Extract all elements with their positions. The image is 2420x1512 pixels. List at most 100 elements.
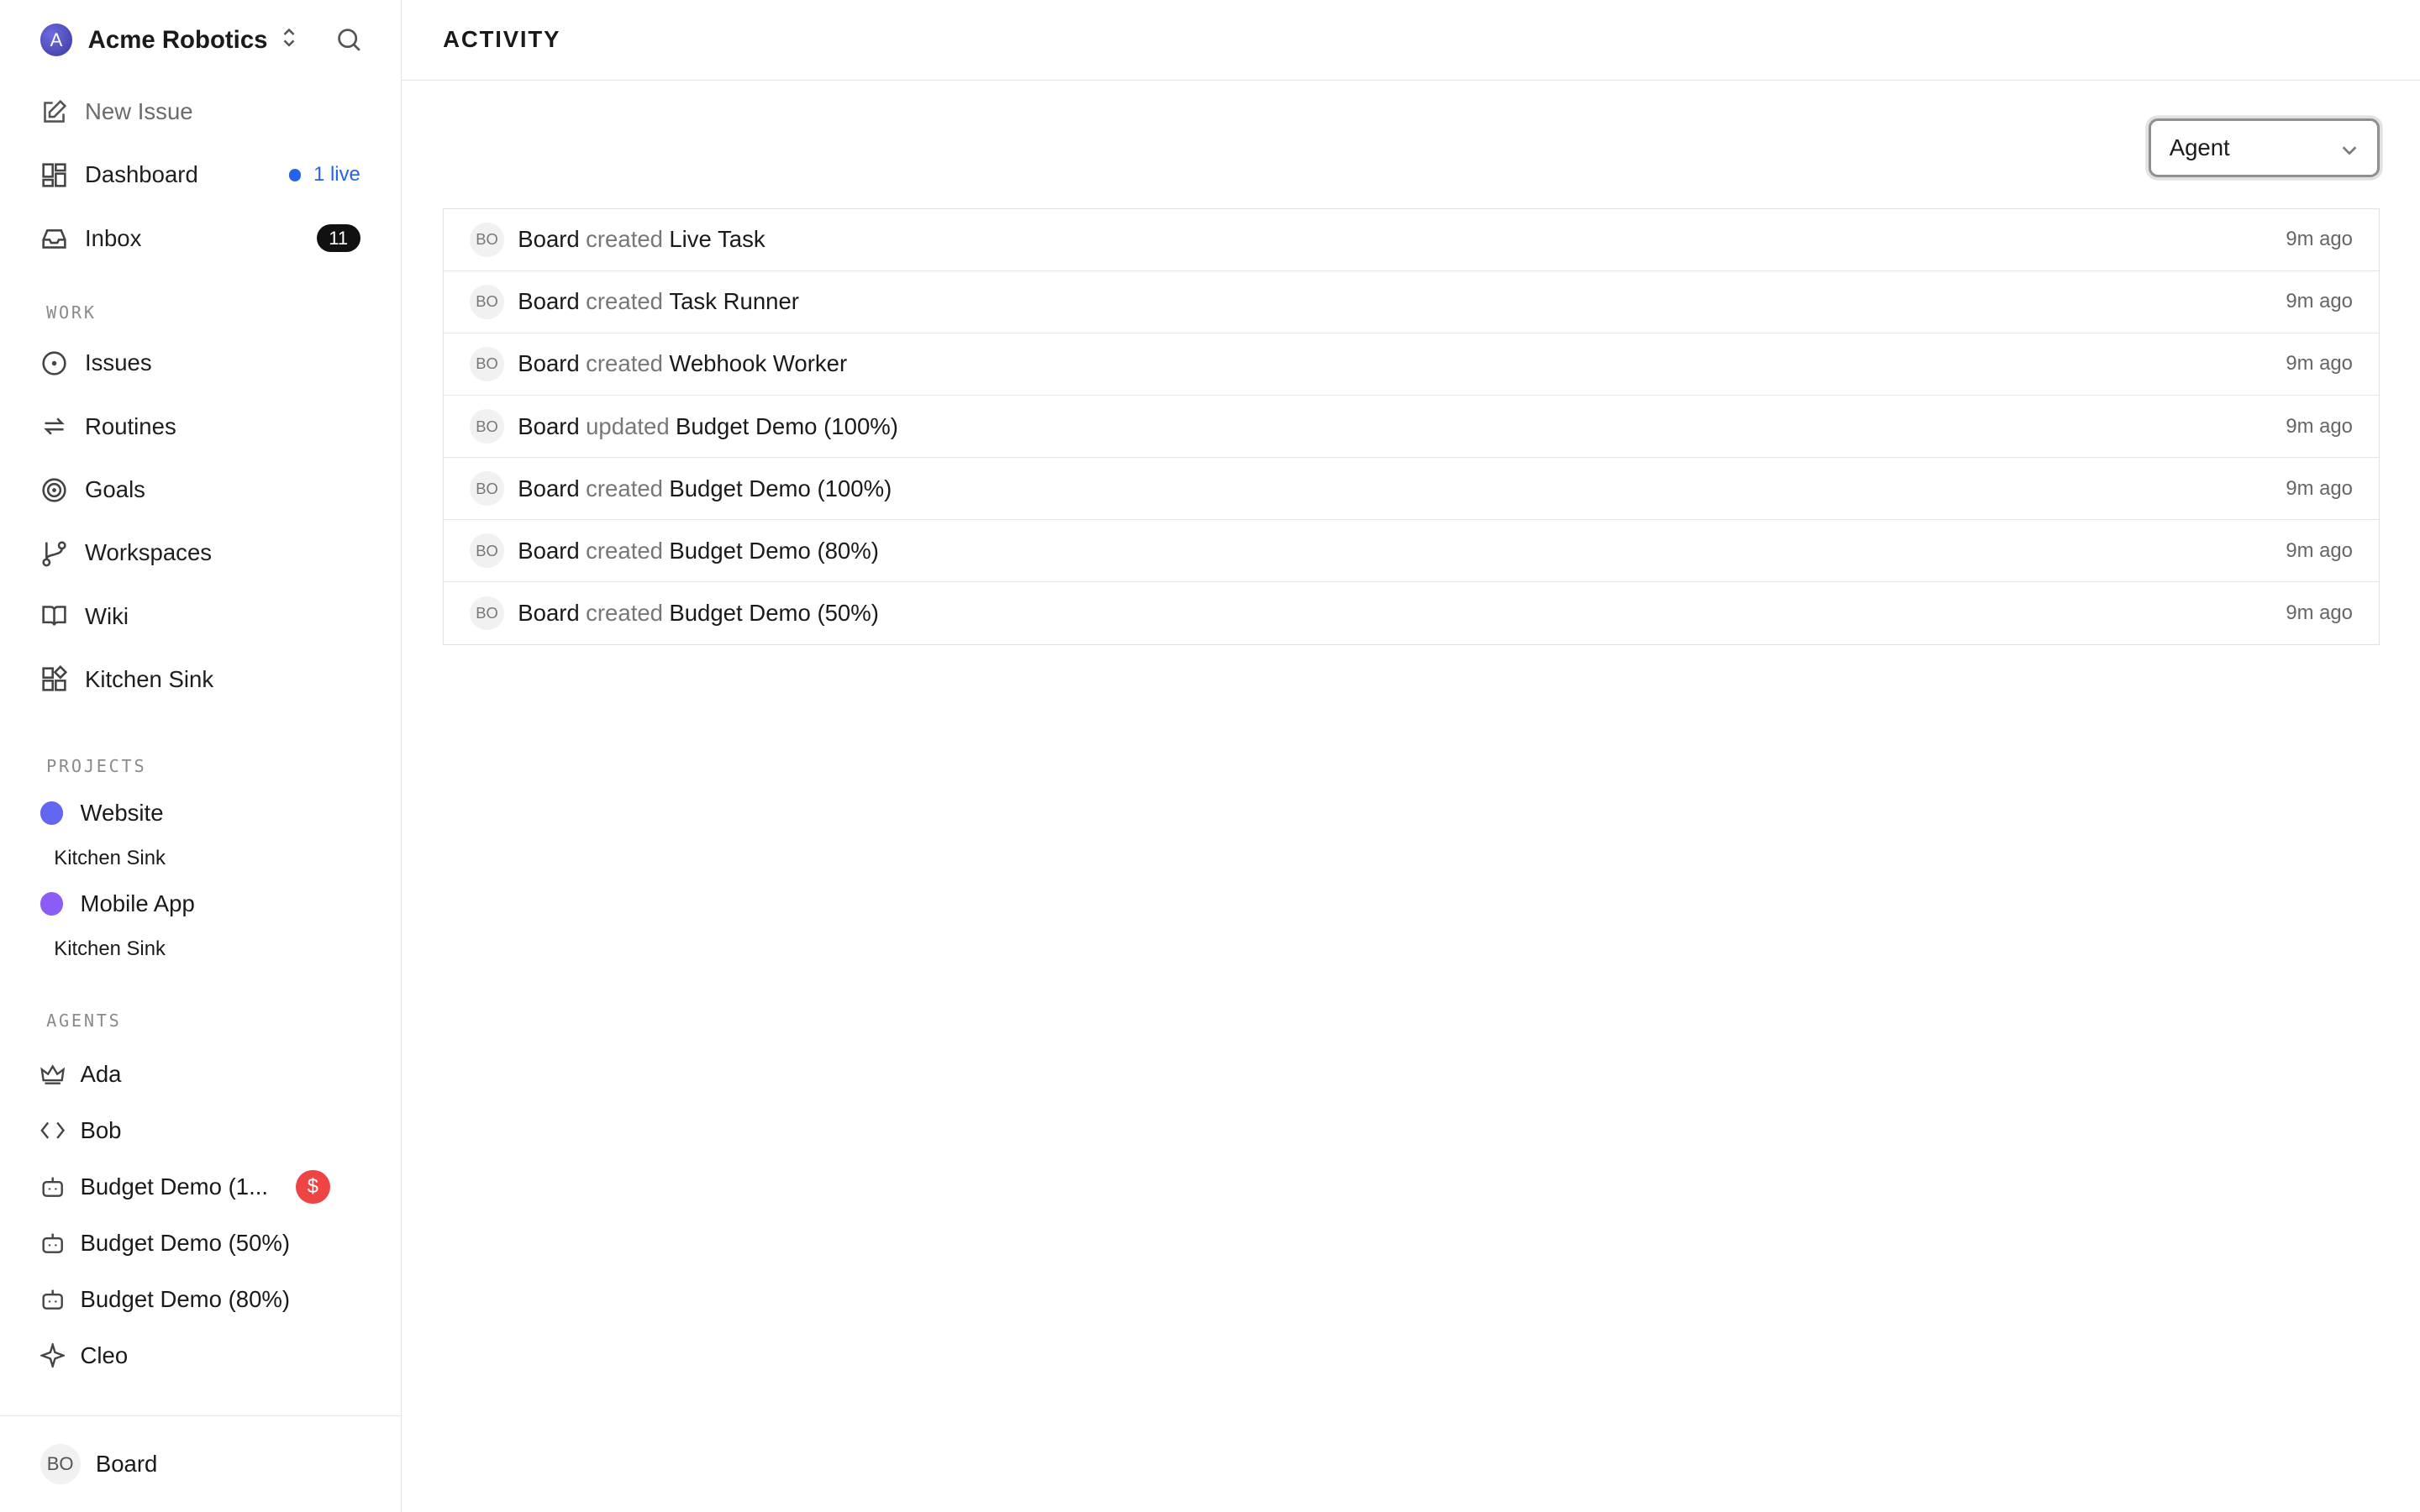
activity-target[interactable]: Budget Demo (80%) [669, 538, 879, 564]
agent-cleo[interactable]: Cleo [0, 1327, 401, 1383]
activity-row[interactable]: BO Board created Live Task 9m ago [444, 209, 2380, 271]
bot-icon [40, 1287, 65, 1311]
section-label-work: WORK [46, 302, 97, 323]
avatar: BO [470, 285, 504, 319]
project-name: Mobile App [80, 890, 195, 917]
agent-bob[interactable]: Bob [0, 1102, 401, 1158]
agent-name: Budget Demo (1... [80, 1173, 269, 1200]
page-title: ACTIVITY [443, 26, 561, 53]
work-list: Issues Routines Goals Workspaces Wiki Ki… [0, 332, 401, 711]
activity-verb: created [586, 288, 663, 315]
activity-row[interactable]: BO Board created Budget Demo (80%) 9m ag… [444, 520, 2380, 583]
activity-time: 9m ago [2286, 228, 2353, 251]
code-icon [40, 1118, 65, 1142]
activity-verb: created [586, 350, 663, 377]
app-root: A Acme Robotics New Issue Dashboard 1 li… [0, 0, 2420, 1512]
activity-list: BO Board created Live Task 9m ago BO Boa… [443, 207, 2381, 646]
sidebar-item-kitchen-sink[interactable]: Kitchen Sink [0, 648, 401, 711]
main-content: ACTIVITY Agent BO Board created Live Tas… [401, 0, 2420, 1512]
section-label-agents: AGENTS [46, 1010, 122, 1031]
avatar: BO [470, 223, 504, 257]
agent-name: Ada [80, 1060, 122, 1087]
budget-warning-badge: $ [296, 1169, 330, 1204]
org-name[interactable]: Acme Robotics [88, 26, 268, 55]
activity-verb: updated [586, 412, 670, 439]
project-color-dot [39, 801, 64, 825]
agent-name: Budget Demo (80%) [80, 1285, 291, 1312]
activity-actor: Board [518, 288, 580, 315]
inbox-label: Inbox [85, 224, 142, 251]
sidebar-item-label: Issues [85, 349, 152, 376]
agent-name: Cleo [80, 1341, 129, 1368]
search-icon[interactable] [335, 26, 363, 54]
activity-verb: created [586, 600, 663, 627]
activity-actor: Board [518, 600, 580, 627]
activity-time: 9m ago [2286, 352, 2353, 375]
sidebar-item-label: Routines [85, 412, 176, 439]
filter-value: Agent [2169, 134, 2230, 161]
activity-time: 9m ago [2286, 290, 2353, 313]
org-avatar[interactable]: A [39, 24, 73, 57]
git-branch-icon [40, 539, 68, 567]
activity-row[interactable]: BO Board created Budget Demo (100%) 9m a… [444, 458, 2380, 521]
activity-target[interactable]: Live Task [669, 226, 765, 253]
sidebar-item-wiki[interactable]: Wiki [0, 585, 401, 648]
sidebar: A Acme Robotics New Issue Dashboard 1 li… [0, 0, 402, 1512]
sidebar-item-workspaces[interactable]: Workspaces [0, 522, 401, 585]
live-dot [288, 169, 302, 181]
sidebar-item-issues[interactable]: Issues [0, 332, 401, 395]
live-indicator: 1 live [288, 163, 360, 186]
avatar: BO [470, 533, 504, 568]
activity-target[interactable]: Budget Demo (50%) [669, 600, 879, 627]
agent-budget-demo-100[interactable]: Budget Demo (1... $ [0, 1158, 401, 1215]
project-mobile-app[interactable]: Mobile App [0, 876, 401, 932]
agent-ada[interactable]: Ada [0, 1046, 401, 1102]
project-sub-item[interactable]: Kitchen Sink [0, 932, 401, 967]
activity-actor: Board [518, 475, 580, 501]
avatar: BO [39, 1444, 81, 1484]
crown-icon [39, 1062, 65, 1086]
circle-dot-icon [40, 349, 68, 377]
activity-actor: Board [518, 537, 580, 564]
sidebar-item-goals[interactable]: Goals [0, 458, 401, 521]
live-count: 1 live [313, 163, 360, 186]
chevron-updown-icon[interactable] [280, 25, 298, 55]
sidebar-item-routines[interactable]: Routines [0, 395, 401, 458]
target-icon [40, 476, 68, 504]
project-website[interactable]: Website [0, 785, 401, 841]
agent-name: Bob [80, 1116, 122, 1143]
dashboard-label: Dashboard [85, 161, 198, 188]
activity-verb: created [586, 475, 663, 501]
activity-time: 9m ago [2286, 538, 2353, 562]
entity-filter-select[interactable]: Agent [2148, 118, 2381, 178]
sidebar-item-label: Goals [85, 476, 145, 503]
activity-time: 9m ago [2286, 414, 2353, 438]
activity-target[interactable]: Budget Demo (100%) [669, 475, 892, 502]
activity-actor: Board [518, 226, 580, 253]
project-sub-item[interactable]: Kitchen Sink [0, 841, 401, 876]
activity-row[interactable]: BO Board created Webhook Worker 9m ago [444, 333, 2380, 396]
activity-target[interactable]: Task Runner [669, 288, 799, 315]
bot-icon [40, 1174, 65, 1199]
activity-row[interactable]: BO Board updated Budget Demo (100%) 9m a… [444, 396, 2380, 459]
repeat-icon [40, 412, 68, 440]
new-issue-button[interactable]: New Issue [0, 81, 401, 144]
activity-verb: created [586, 226, 663, 253]
activity-row[interactable]: BO Board created Budget Demo (50%) 9m ag… [444, 582, 2379, 644]
topbar: ACTIVITY [401, 0, 2420, 81]
avatar: BO [470, 471, 504, 506]
activity-actor: Board [518, 350, 580, 377]
sidebar-item-dashboard[interactable]: Dashboard 1 live [0, 144, 401, 207]
activity-target[interactable]: Webhook Worker [669, 350, 847, 377]
bot-icon [40, 1231, 65, 1255]
activity-row[interactable]: BO Board created Task Runner 9m ago [444, 271, 2380, 333]
dashboard-icon [40, 161, 68, 189]
agent-budget-demo-50[interactable]: Budget Demo (50%) [0, 1215, 401, 1271]
current-user[interactable]: BO Board [0, 1415, 401, 1512]
activity-verb: created [586, 537, 663, 564]
activity-time: 9m ago [2286, 476, 2353, 500]
agent-budget-demo-80[interactable]: Budget Demo (80%) [0, 1271, 401, 1327]
activity-target[interactable]: Budget Demo (100%) [676, 413, 898, 440]
sidebar-item-inbox[interactable]: Inbox 11 [0, 207, 401, 270]
agent-name: Budget Demo (50%) [80, 1229, 291, 1256]
